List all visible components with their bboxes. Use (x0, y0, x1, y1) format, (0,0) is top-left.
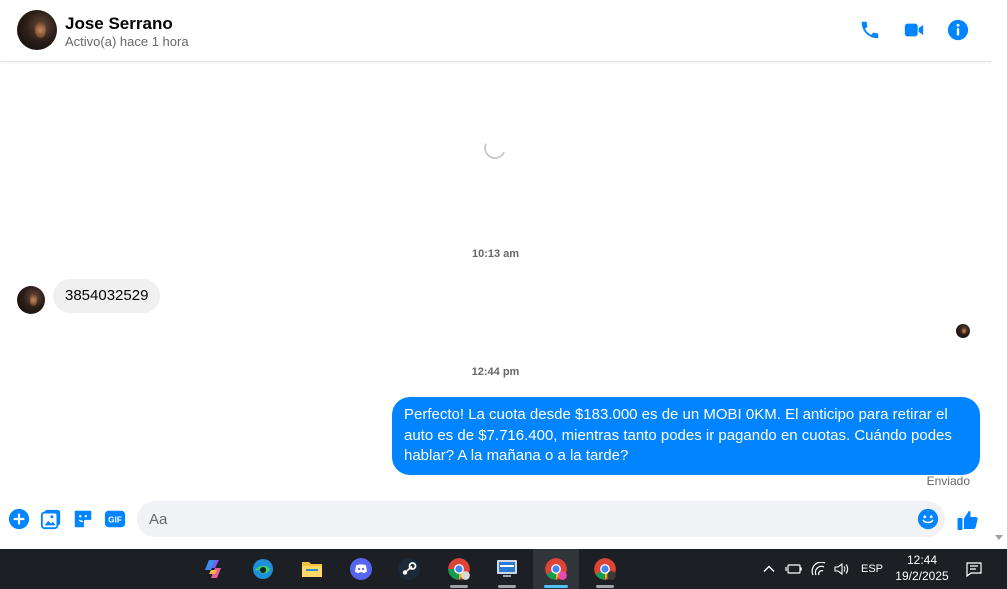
file-explorer-icon[interactable] (289, 549, 335, 589)
loading-spinner-icon (480, 133, 510, 163)
language-indicator[interactable]: ESP (861, 549, 883, 589)
message-input-container[interactable] (137, 501, 945, 537)
sender-avatar[interactable] (17, 286, 45, 314)
scrollbar[interactable] (991, 0, 1007, 549)
message-timestamp: 12:44 pm (471, 366, 520, 378)
outgoing-message[interactable]: Perfecto! La cuota desde $183.000 es de … (392, 397, 980, 475)
gif-label: GIF (108, 516, 122, 525)
volume-icon[interactable] (833, 549, 851, 589)
app-running-indicator (596, 585, 614, 588)
messenger-window: Jose Serrano Activo(a) hace 1 hora 10:13… (0, 0, 1007, 589)
image-icon[interactable] (40, 508, 62, 530)
scroll-down-arrow-icon[interactable] (995, 535, 1003, 540)
sticker-icon[interactable] (72, 508, 94, 530)
read-receipt-avatar (956, 324, 970, 338)
incoming-message[interactable]: 3854032529 (53, 279, 161, 313)
app-running-indicator (544, 585, 568, 588)
notifications-icon[interactable] (965, 549, 983, 589)
battery-icon[interactable] (785, 549, 803, 589)
app-running-indicator (450, 585, 468, 588)
tray-chevron-up-icon[interactable] (762, 549, 776, 589)
remote-desktop-icon[interactable] (484, 549, 530, 589)
message-timestamp: 10:13 am (471, 248, 520, 260)
info-icon[interactable] (946, 18, 970, 42)
chrome-icon[interactable] (582, 549, 628, 589)
app-running-indicator (498, 585, 516, 588)
phone-icon[interactable] (858, 18, 882, 42)
video-icon[interactable] (902, 18, 926, 42)
clock-time: 12:44 (906, 553, 938, 567)
gif-icon[interactable]: GIF (104, 508, 126, 530)
contact-name[interactable]: Jose Serrano (65, 14, 173, 34)
chat-header: Jose Serrano Activo(a) hace 1 hora (0, 0, 991, 62)
taskbar-clock[interactable]: 12:44 19/2/2025 (888, 549, 956, 589)
contact-status: Activo(a) hace 1 hora (65, 34, 189, 49)
sent-status: Enviado (926, 474, 970, 488)
contact-avatar[interactable] (17, 10, 57, 50)
plus-icon[interactable] (8, 508, 30, 530)
chrome-icon[interactable] (436, 549, 482, 589)
message-input[interactable] (137, 501, 897, 537)
copilot-icon[interactable] (190, 549, 236, 589)
discord-icon[interactable] (338, 549, 384, 589)
edge-icon[interactable] (240, 549, 286, 589)
scrollbar-thumb[interactable] (996, 0, 1002, 518)
like-icon[interactable] (956, 508, 980, 532)
chrome-icon[interactable] (533, 549, 579, 589)
wifi-icon[interactable] (810, 549, 828, 589)
steam-icon[interactable] (386, 549, 432, 589)
clock-date: 19/2/2025 (895, 569, 949, 583)
windows-taskbar: ESP (0, 549, 1007, 589)
emoji-icon[interactable] (917, 508, 939, 530)
